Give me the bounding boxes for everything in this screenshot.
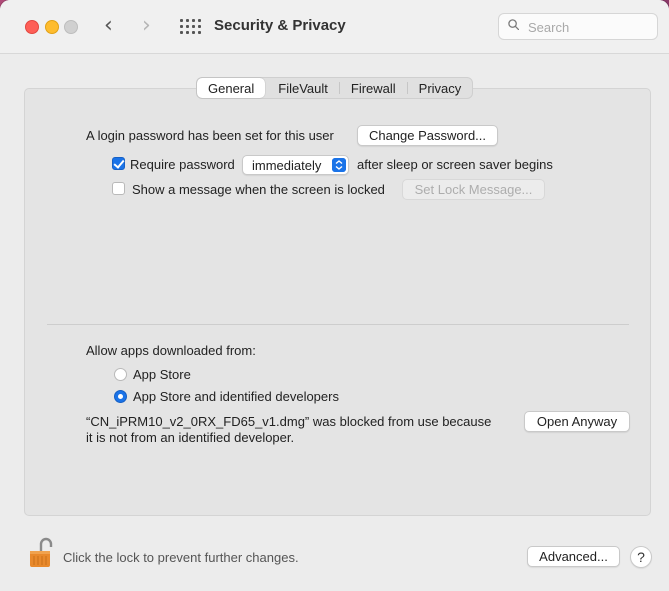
require-password-delay-select[interactable]: immediately [242,155,349,175]
allow-apps-heading: Allow apps downloaded from: [86,343,256,358]
lock-status-text: Click the lock to prevent further change… [63,550,299,565]
search-icon [508,19,519,30]
identified-developers-radio[interactable] [114,390,127,403]
title-bar: ‹ › Security & Privacy Search [0,0,669,54]
open-anyway-button[interactable]: Open Anyway [524,411,630,432]
set-lock-message-button[interactable]: Set Lock Message... [402,179,545,200]
blocked-message-line2: it is not from an identified developer. [86,430,295,445]
change-password-button[interactable]: Change Password... [357,125,498,146]
tab-bar: General FileVault Firewall Privacy [196,77,474,99]
chevron-updown-icon [332,158,346,172]
search-placeholder: Search [528,20,570,35]
login-password-text: A login password has been set for this u… [86,128,334,143]
show-message-checkbox[interactable] [112,182,125,195]
general-panel [24,88,651,516]
show-all-grid-icon[interactable] [180,19,201,35]
require-password-checkbox[interactable] [112,157,125,170]
blocked-message-line1: “CN_iPRM10_v2_0RX_FD65_v1.dmg” was block… [86,414,492,429]
tab-general[interactable]: General [197,78,266,98]
require-password-delay-value: immediately [252,158,322,173]
section-divider [47,324,629,325]
minimize-button[interactable] [45,20,59,34]
search-input[interactable]: Search [498,13,658,40]
zoom-button[interactable] [64,20,78,34]
app-store-radio[interactable] [114,368,127,381]
forward-arrow-icon[interactable]: › [142,14,151,38]
unlocked-lock-icon[interactable] [28,536,54,568]
after-sleep-text: after sleep or screen saver begins [357,157,553,172]
tab-firewall[interactable]: Firewall [340,78,407,98]
require-password-label: Require password [130,157,235,172]
help-button[interactable]: ? [630,546,652,568]
window-title: Security & Privacy [214,17,346,34]
close-button[interactable] [25,20,39,34]
identified-developers-label: App Store and identified developers [133,389,339,404]
advanced-button[interactable]: Advanced... [527,546,620,567]
tab-privacy[interactable]: Privacy [408,78,473,98]
app-store-label: App Store [133,367,191,382]
security-privacy-window: ‹ › Security & Privacy Search General Fi… [0,0,669,591]
back-arrow-icon[interactable]: ‹ [104,14,113,38]
tab-filevault[interactable]: FileVault [267,78,339,98]
show-message-label: Show a message when the screen is locked [132,182,385,197]
